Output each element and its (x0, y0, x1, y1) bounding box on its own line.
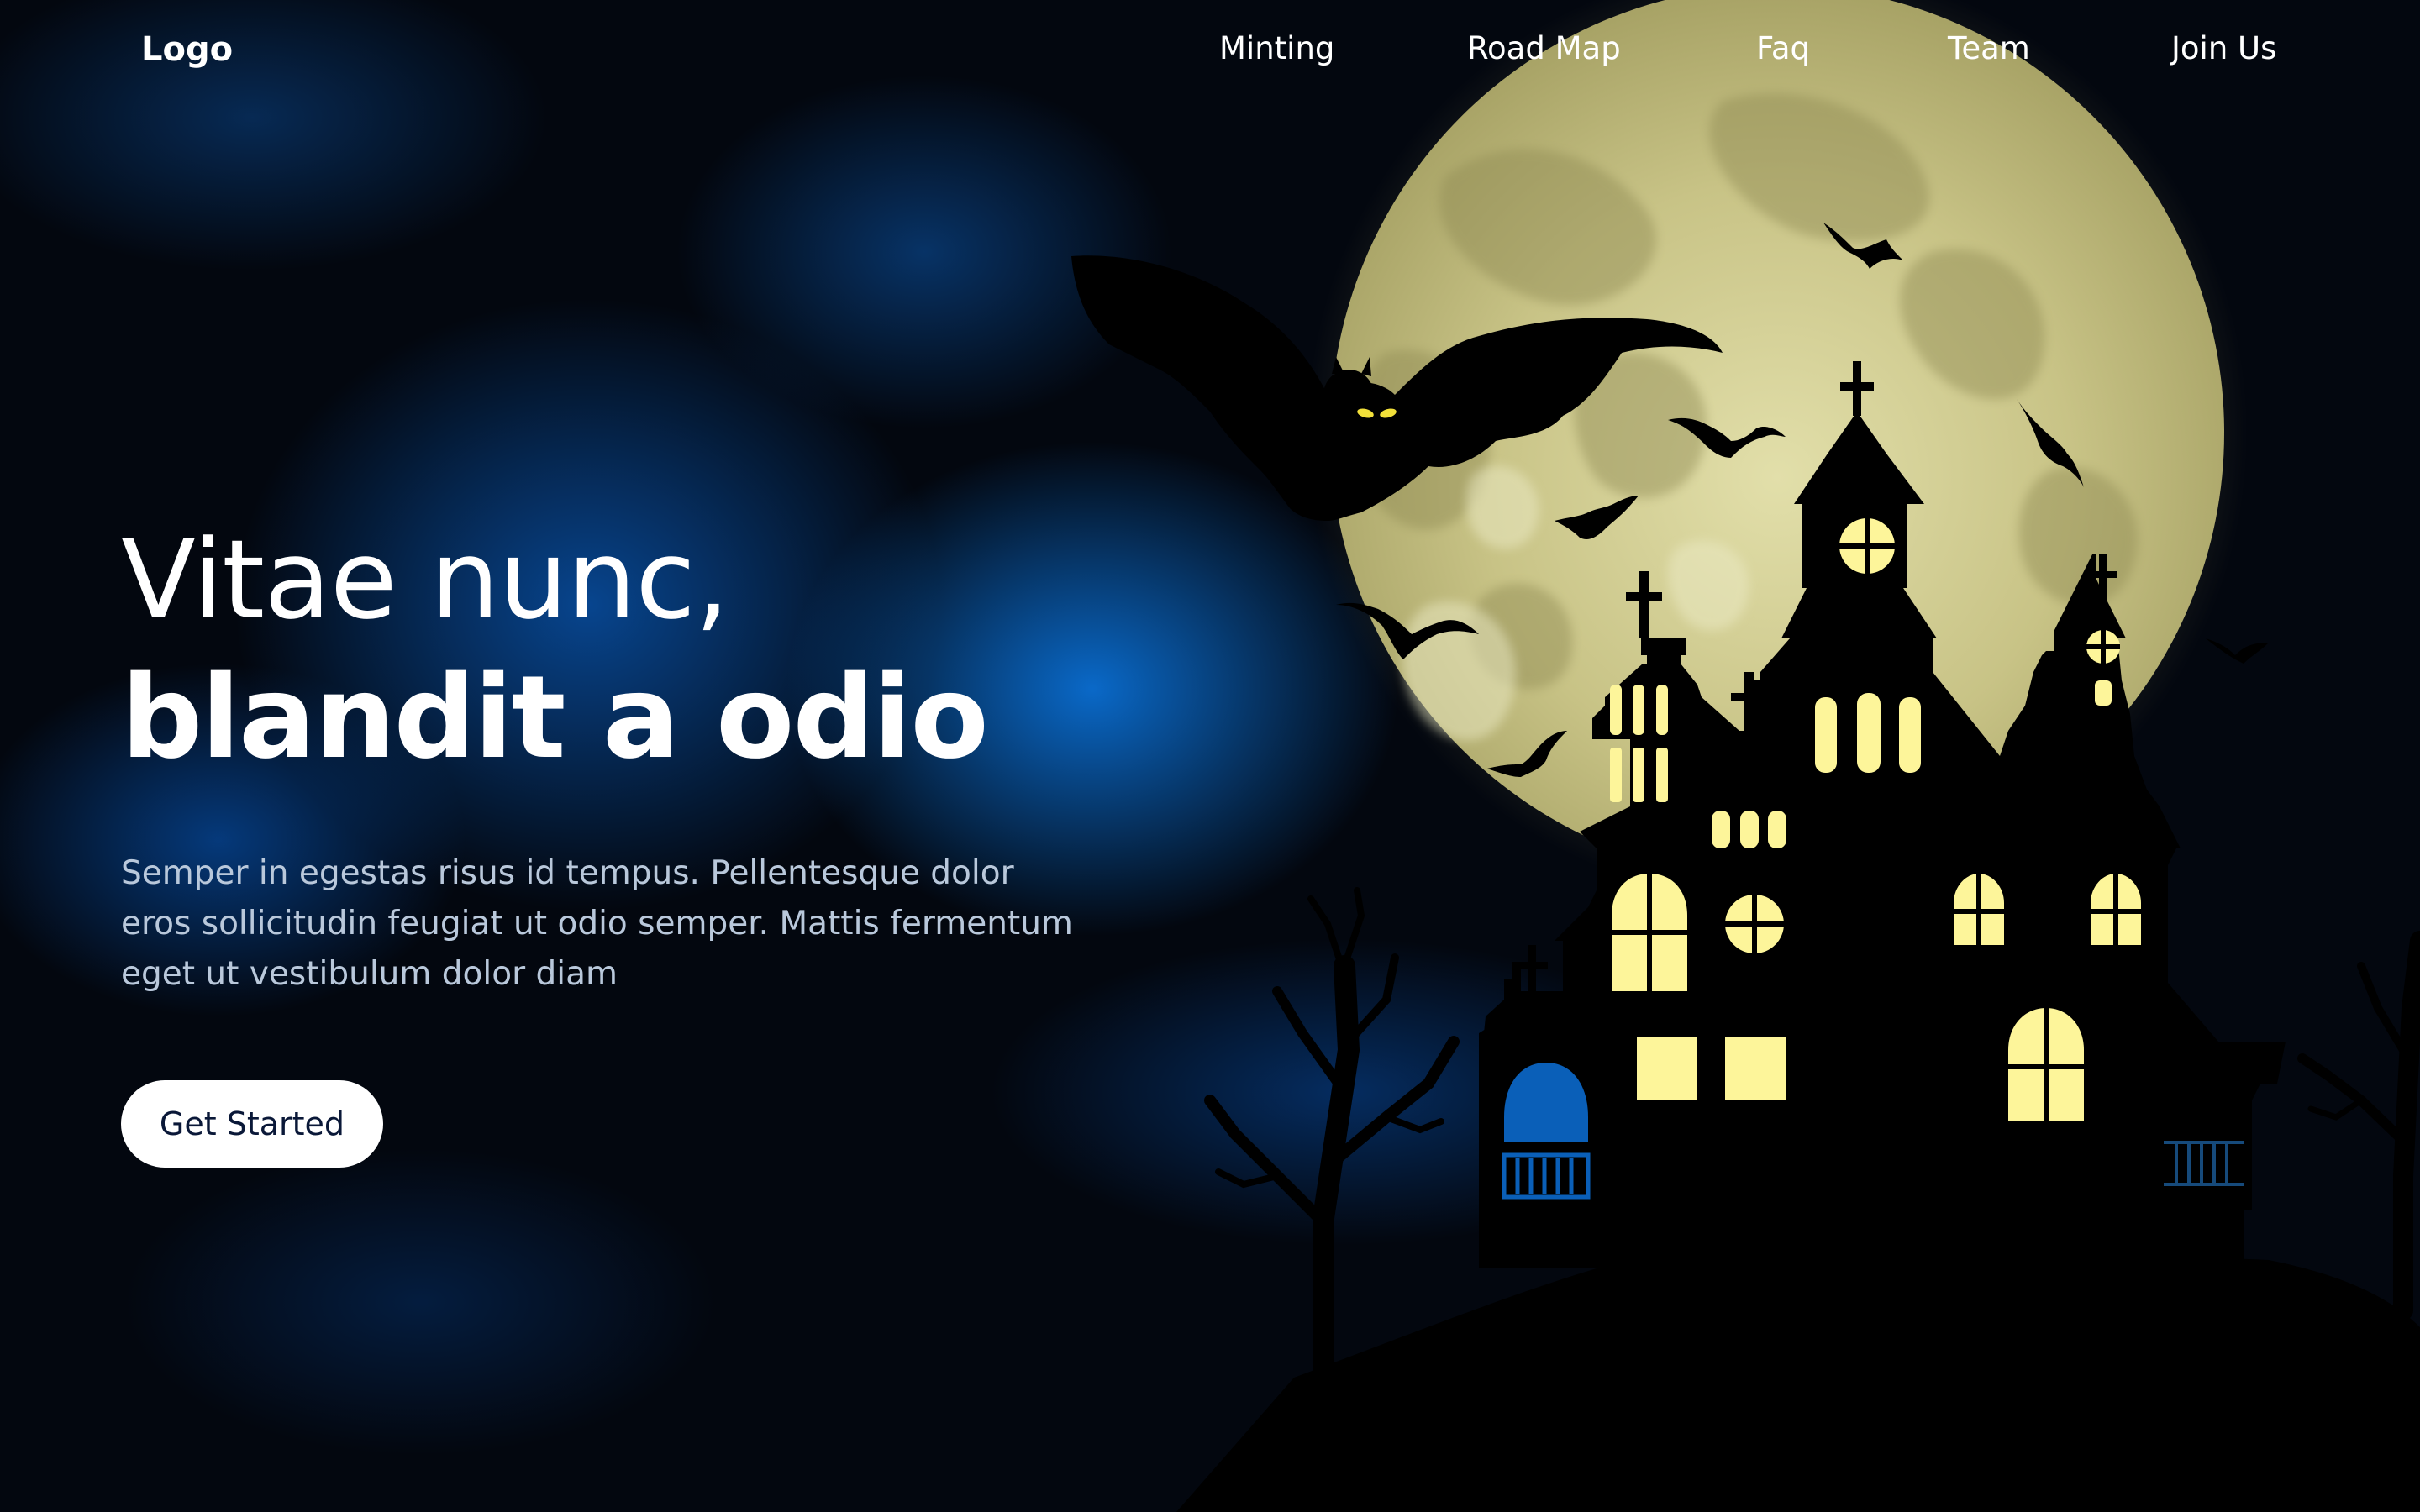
nav-item-road-map[interactable]: Road Map (1467, 30, 1621, 66)
hero-title-line2: blandit a odio (121, 652, 989, 785)
hero-section: Vitae nunc, blandit a odio Semper in ege… (121, 512, 1129, 1032)
hero-description: Semper in egestas risus id tempus. Pelle… (121, 854, 1073, 993)
top-navigation: Logo Minting Road Map Faq Team Join Us (0, 0, 2420, 109)
nav-item-faq[interactable]: Faq (1756, 30, 1810, 66)
nav-menu: Minting Road Map Faq Team Join Us (0, 30, 2420, 81)
hero-title-line1: Vitae nunc, (121, 516, 729, 643)
nav-item-join-us[interactable]: Join Us (2171, 30, 2276, 66)
nav-item-team[interactable]: Team (1948, 30, 2030, 66)
nav-item-minting[interactable]: Minting (1219, 30, 1334, 66)
hill (1176, 1256, 2420, 1512)
dead-tree-right (2297, 931, 2420, 1320)
dead-tree-left (1204, 887, 1460, 1389)
get-started-button[interactable]: Get Started (121, 1080, 383, 1168)
